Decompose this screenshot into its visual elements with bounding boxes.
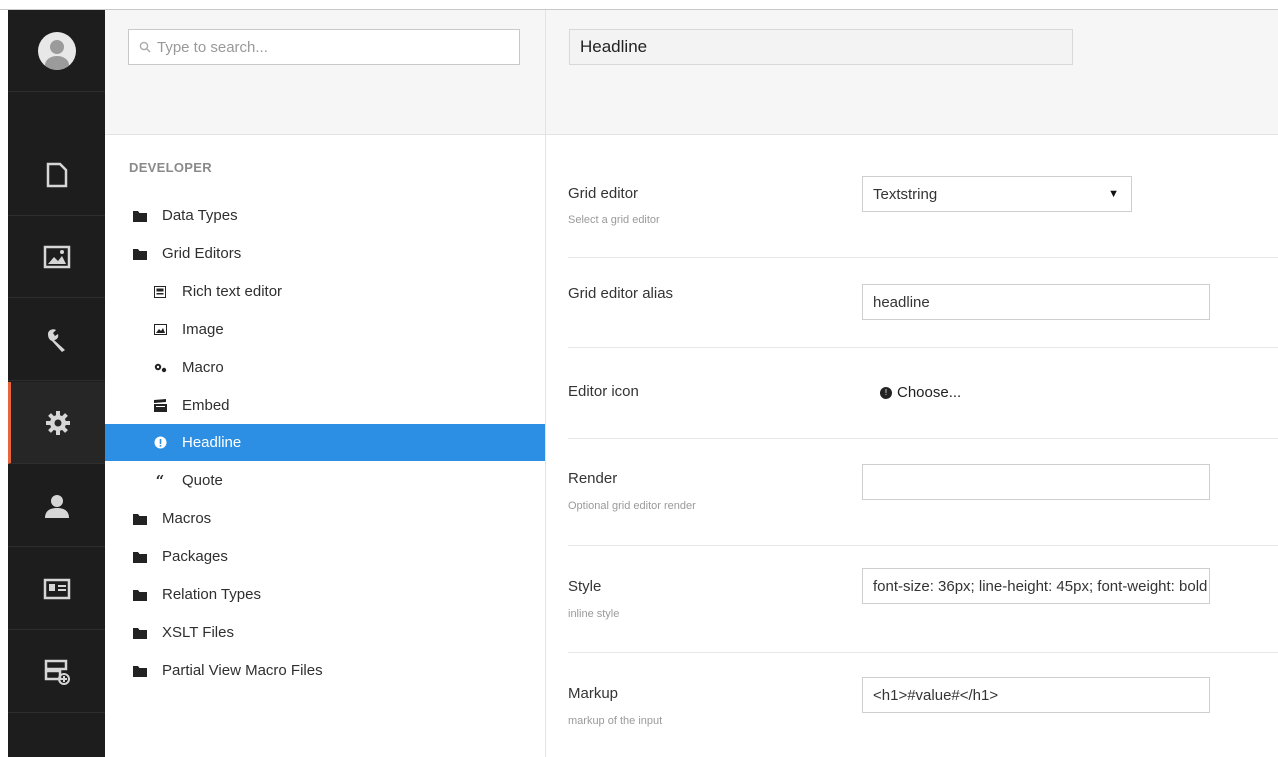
user-icon (44, 494, 69, 518)
field-description: inline style (568, 608, 620, 620)
tree-item-label: Headline (182, 434, 242, 451)
tree-item-image[interactable]: Image (105, 311, 545, 348)
tree-item-grid-editors[interactable]: Grid Editors (105, 235, 545, 272)
tree-item-label: Quote (182, 472, 223, 489)
style-row: Style inline style font-size: 36px; line… (568, 546, 1278, 653)
tree-item-label: Grid Editors (162, 245, 242, 262)
tree-item-label: Macros (162, 510, 212, 527)
tree-item-label: Packages (162, 548, 228, 565)
image-icon (152, 322, 168, 338)
field-label: Editor icon (568, 383, 639, 400)
tree-item-xslt-files[interactable]: XSLT Files (105, 614, 545, 651)
search-input[interactable]: Type to search... (128, 29, 520, 65)
field-label: Markup (568, 685, 619, 702)
tree-item-packages[interactable]: Packages (105, 538, 545, 575)
editor-header: Headline (546, 10, 1278, 135)
tree-item-macros[interactable]: Macros (105, 500, 545, 537)
folder-icon (132, 511, 148, 527)
tree-item-label: Image (182, 321, 224, 338)
markup-row: Markup markup of the input <h1>#value#</… (568, 653, 1278, 757)
field-description: Select a grid editor (568, 214, 660, 226)
markup-input[interactable]: <h1>#value#</h1> (862, 677, 1210, 713)
tree-item-headline[interactable]: Headline (105, 424, 545, 461)
picture-icon (43, 245, 70, 268)
users-section[interactable] (8, 465, 105, 547)
render-input[interactable] (862, 464, 1210, 500)
quote-icon: “ (155, 471, 165, 490)
select-value: Textstring (873, 185, 938, 203)
top-border (0, 0, 1278, 10)
folder-icon (132, 549, 148, 565)
editor-icon-row: Editor icon ! Choose... (568, 348, 1278, 439)
content-section[interactable] (8, 134, 105, 216)
field-label: Render (568, 470, 618, 487)
folder-icon (132, 587, 148, 603)
choose-label: Choose... (897, 384, 962, 401)
members-section[interactable] (8, 548, 105, 630)
tree-header: Type to search... (105, 10, 545, 135)
folder-icon (132, 663, 148, 679)
folder-icon (132, 625, 148, 641)
tree-item-label: Data Types (162, 207, 238, 224)
choose-icon-button[interactable]: ! Choose... (880, 384, 961, 401)
folder-icon (132, 246, 148, 262)
wrench-icon (47, 328, 65, 352)
avatar (37, 31, 76, 70)
section-rail (8, 10, 105, 757)
database-add-icon (44, 659, 70, 685)
editor-panel: Headline Grid editor Select a grid edito… (546, 10, 1278, 757)
forms-section[interactable] (8, 631, 105, 713)
tree-item-data-types[interactable]: Data Types (105, 197, 545, 234)
info-icon (152, 435, 168, 451)
tree-item-relation-types[interactable]: Relation Types (105, 576, 545, 613)
tree-item-label: Partial View Macro Files (162, 662, 323, 679)
alias-row: Grid editor alias headline (568, 258, 1278, 348)
field-label: Grid editor (568, 185, 639, 202)
tree-item-label: Rich text editor (182, 283, 283, 300)
user-avatar-button[interactable] (8, 10, 105, 92)
caret-down-icon: ▼ (1108, 188, 1119, 200)
tree-item-label: Embed (182, 397, 230, 414)
tree-item-partial-view-macro-files[interactable]: Partial View Macro Files (105, 652, 545, 689)
field-description: Optional grid editor render (568, 500, 696, 512)
grid-editor-row: Grid editor Select a grid editor Textstr… (568, 134, 1278, 258)
field-description: markup of the input (568, 715, 663, 727)
grid-editor-select[interactable]: Textstring ▼ (862, 176, 1132, 212)
tree-panel: Type to search... DEVELOPER Data Types G… (105, 10, 546, 757)
document-icon (46, 162, 67, 187)
tree-item-quote[interactable]: “ Quote (105, 462, 545, 499)
folder-icon (132, 208, 148, 224)
movie-icon (152, 398, 168, 414)
settings-section[interactable] (8, 299, 105, 381)
field-label: Style (568, 578, 602, 595)
tree-item-label: Relation Types (162, 586, 261, 603)
developer-section[interactable] (8, 382, 105, 464)
tree-item-label: Macro (182, 359, 224, 376)
field-label: Grid editor alias (568, 285, 674, 302)
rich-text-icon (152, 284, 168, 300)
info-icon: ! (880, 386, 892, 399)
section-title: DEVELOPER (129, 160, 212, 175)
alias-input[interactable]: headline (862, 284, 1210, 320)
gear-icon (46, 410, 70, 435)
id-card-icon (43, 578, 70, 599)
search-placeholder: Type to search... (157, 38, 268, 56)
style-input[interactable]: font-size: 36px; line-height: 45px; font… (862, 568, 1210, 604)
tree-item-embed[interactable]: Embed (105, 387, 545, 424)
tree-item-rich-text-editor[interactable]: Rich text editor (105, 273, 545, 310)
media-section[interactable] (8, 216, 105, 298)
name-input[interactable]: Headline (569, 29, 1073, 65)
tree-item-label: XSLT Files (162, 624, 234, 641)
settings-icon (152, 360, 168, 376)
search-icon (139, 41, 151, 53)
tree-item-macro[interactable]: Macro (105, 349, 545, 386)
render-row: Render Optional grid editor render (568, 439, 1278, 546)
